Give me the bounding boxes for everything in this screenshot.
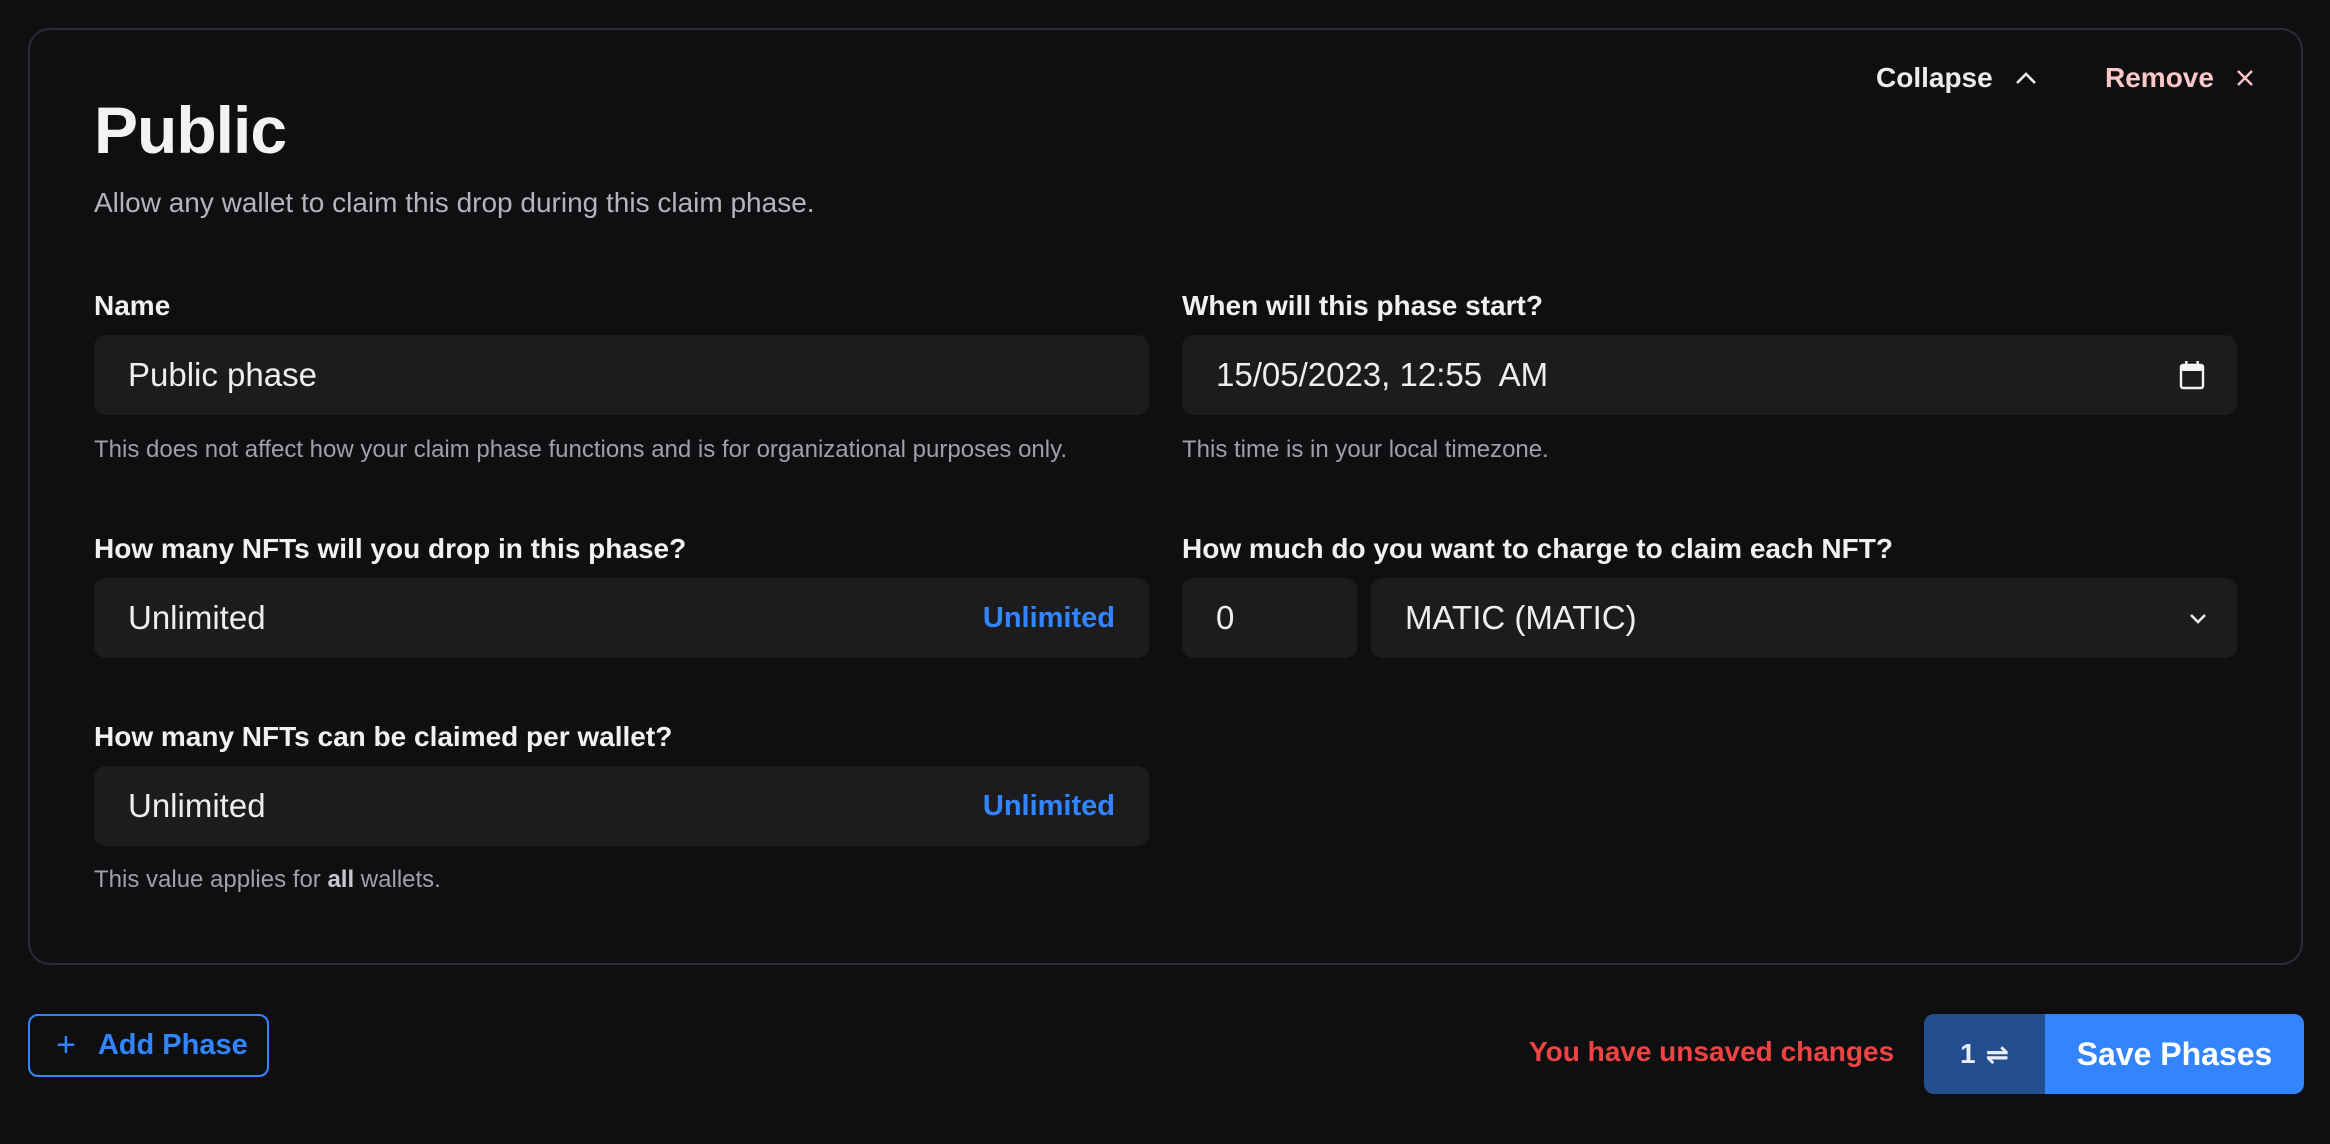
per-wallet-helper: This value applies for all wallets. [94,866,441,894]
swap-arrows-icon: ⇌ [1985,1038,2010,1070]
start-time-label: When will this phase start? [1182,290,1543,321]
chevron-down-icon [2190,614,2206,624]
drop-count-value: Unlimited [128,599,266,636]
per-wallet-label: How many NFTs can be claimed per wallet? [94,721,673,752]
start-time-helper: This time is in your local timezone. [1182,436,1549,463]
per-wallet-value: Unlimited [128,787,266,824]
add-phase-button[interactable]: + Add Phase [28,1014,269,1077]
chevron-up-icon [2015,72,2036,84]
phase-description: Allow any wallet to claim this drop duri… [94,187,815,218]
price-label: How much do you want to charge to claim … [1182,533,1893,564]
per-wallet-helper-bold: all [327,866,355,893]
plus-icon: + [56,1026,76,1064]
price-amount-value: 0 [1216,599,1235,636]
name-input[interactable]: Public phase [94,335,1149,415]
unsaved-changes-text: You have unsaved changes [1529,1036,1895,1067]
collapse-button[interactable]: Collapse [1876,62,2037,94]
drop-count-label: How many NFTs will you drop in this phas… [94,533,687,564]
collapse-label: Collapse [1876,62,1993,93]
save-button-group: 1 ⇌ Save Phases [1924,1014,2304,1094]
calendar-icon[interactable] [2179,360,2205,390]
phase-title: Public [94,93,287,167]
remove-label: Remove [2105,62,2214,93]
drop-count-input[interactable]: Unlimited Unlimited [94,578,1149,658]
drop-count-unlimited-button[interactable]: Unlimited [983,602,1115,635]
add-phase-label: Add Phase [97,1029,248,1061]
name-helper: This does not affect how your claim phas… [94,436,1067,463]
per-wallet-helper-prefix: This value applies for [94,866,328,893]
start-time-input[interactable]: 15/05/2023, 12:55 AM [1182,335,2237,415]
close-icon [2237,70,2253,86]
start-time-value: 15/05/2023, 12:55 AM [1216,356,1549,393]
name-label: Name [94,290,171,321]
changes-count-button[interactable]: 1 ⇌ [1924,1014,2045,1094]
remove-button[interactable]: Remove [2105,62,2254,94]
per-wallet-helper-suffix: wallets. [354,866,441,893]
save-phases-button[interactable]: Save Phases [2045,1014,2304,1094]
name-value: Public phase [128,356,317,393]
currency-value: MATIC (MATIC) [1405,599,1637,636]
price-amount-input[interactable]: 0 [1182,578,1357,658]
currency-select[interactable]: MATIC (MATIC) [1371,578,2237,658]
per-wallet-unlimited-button[interactable]: Unlimited [983,790,1115,823]
changes-count: 1 [1959,1038,1976,1069]
per-wallet-input[interactable]: Unlimited Unlimited [94,766,1149,846]
